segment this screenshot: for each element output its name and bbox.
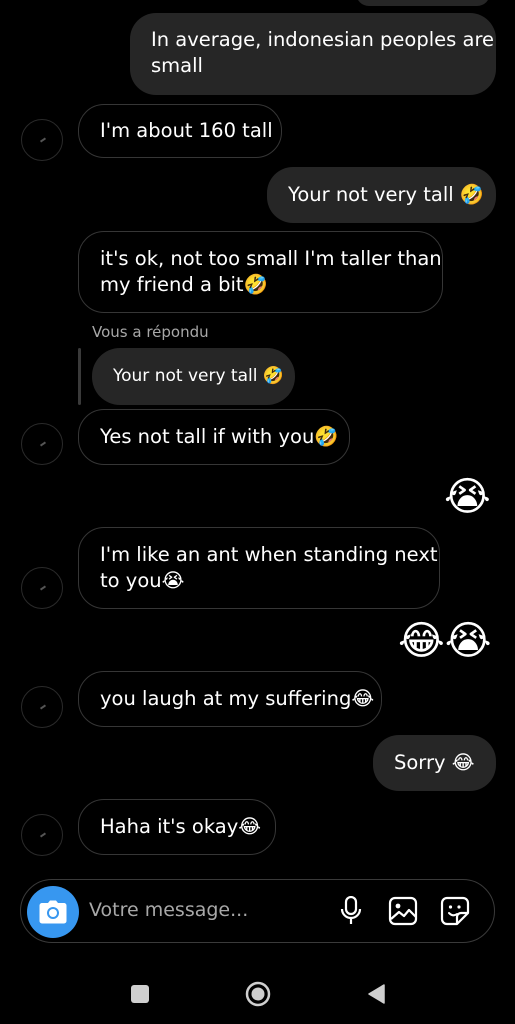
sticker-icon [440, 896, 470, 926]
gallery-icon [388, 896, 418, 926]
reply-quote-bubble[interactable]: Your not very tall 🤣 [92, 348, 295, 405]
reply-indicator-bar [78, 348, 81, 405]
message-text: In average, indonesian peoples are small [151, 28, 495, 77]
square-icon [131, 985, 149, 1003]
avatar[interactable] [21, 119, 63, 161]
back-triangle-icon [368, 984, 385, 1004]
nav-home-button[interactable] [242, 978, 274, 1010]
message-bubble-sent[interactable]: Sorry 😂 [373, 735, 496, 791]
reply-label: Vous a répondu [92, 323, 209, 341]
message-bubble-received[interactable]: Yes not tall if with you🤣 [78, 409, 350, 465]
avatar[interactable] [21, 686, 63, 728]
message-text: Sorry 😂 [394, 751, 475, 774]
microphone-button[interactable] [334, 894, 368, 928]
message-bubble-partial[interactable] [356, 0, 490, 6]
nav-back-button[interactable] [362, 980, 390, 1008]
message-text: you laugh at my suffering😂 [100, 687, 375, 710]
emoji-message[interactable]: 😂😭 [398, 617, 491, 665]
message-text: Yes not tall if with you🤣 [100, 425, 339, 448]
message-text: I'm about 160 tall [100, 119, 273, 142]
camera-button[interactable] [27, 886, 79, 938]
message-bubble-received[interactable]: I'm about 160 tall [78, 104, 282, 158]
gallery-button[interactable] [386, 894, 420, 928]
message-bubble-sent[interactable]: In average, indonesian peoples are small [130, 13, 496, 95]
emoji-message[interactable]: 😭 [444, 473, 491, 521]
message-bubble-received[interactable]: you laugh at my suffering😂 [78, 671, 382, 727]
message-bubble-received[interactable]: I'm like an ant when standing next to yo… [78, 527, 440, 609]
message-bubble-received[interactable]: it's ok, not too small I'm taller than m… [78, 231, 443, 313]
message-text: I'm like an ant when standing next to yo… [100, 543, 438, 592]
circle-icon [245, 981, 271, 1007]
avatar[interactable] [21, 567, 63, 609]
message-bubble-received[interactable]: Haha it's okay😂 [78, 799, 276, 855]
microphone-icon [340, 896, 362, 924]
message-input[interactable]: Votre message... [89, 899, 248, 921]
avatar[interactable] [21, 423, 63, 465]
message-text: it's ok, not too small I'm taller than m… [100, 247, 442, 296]
message-composer[interactable]: Votre message... [20, 879, 495, 943]
nav-recent-apps-button[interactable] [126, 980, 154, 1008]
camera-icon [39, 900, 67, 924]
message-bubble-sent[interactable]: Your not very tall 🤣 [267, 167, 496, 223]
message-text: Haha it's okay😂 [100, 815, 262, 838]
message-text: Your not very tall 🤣 [288, 183, 485, 206]
avatar[interactable] [21, 814, 63, 856]
sticker-button[interactable] [438, 894, 472, 928]
